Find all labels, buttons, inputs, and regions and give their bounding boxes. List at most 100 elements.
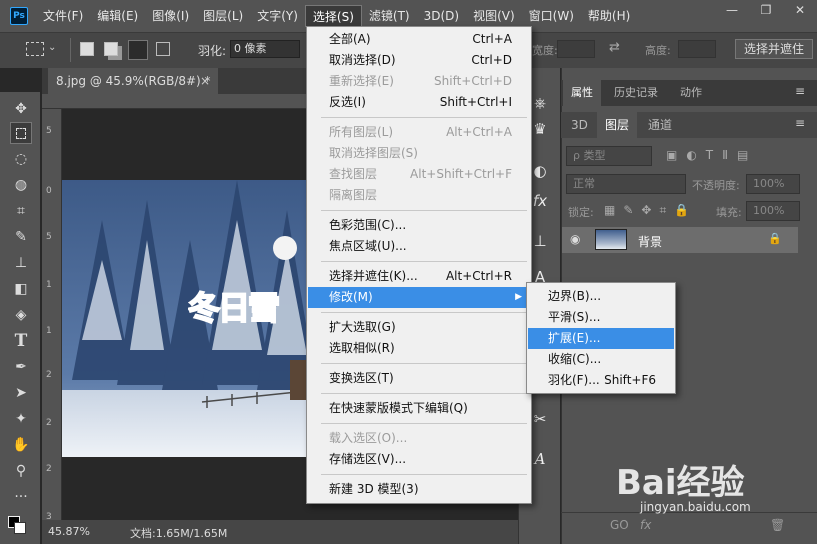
close-icon[interactable]: ✕ bbox=[783, 0, 817, 20]
opacity-input[interactable]: 100% bbox=[746, 174, 800, 194]
clone-source-icon[interactable]: ⊥ bbox=[530, 232, 550, 250]
selected-title-text: 冬日雪 bbox=[188, 288, 281, 328]
blend-mode-select[interactable]: 正常 bbox=[566, 174, 686, 194]
zoom-tool-icon[interactable]: ⚲ bbox=[10, 460, 32, 482]
move-tool-icon[interactable]: ✥ bbox=[10, 98, 32, 120]
menu-filter[interactable]: 滤镜(T) bbox=[362, 5, 417, 27]
height-input[interactable] bbox=[678, 40, 716, 58]
path-select-tool-icon[interactable]: ➤ bbox=[10, 382, 32, 404]
styles-icon[interactable]: fx bbox=[530, 192, 550, 210]
menu-edit[interactable]: 编辑(E) bbox=[90, 5, 145, 27]
menu-item-grow[interactable]: 扩大选取(G) bbox=[308, 317, 530, 338]
restore-icon[interactable]: ❐ bbox=[749, 0, 783, 20]
intersect-selection-icon[interactable] bbox=[156, 42, 170, 56]
height-label: 高度: bbox=[645, 44, 671, 57]
eraser-tool-icon[interactable]: ◧ bbox=[10, 278, 32, 300]
submenu-arrow-icon: ▶ bbox=[515, 292, 522, 302]
menu-item-color-range[interactable]: 色彩范围(C)... bbox=[308, 215, 530, 236]
background-color-swatch[interactable] bbox=[14, 522, 26, 534]
submenu-item-border[interactable]: 边界(B)... bbox=[528, 286, 674, 307]
tab-actions[interactable]: 动作 bbox=[672, 80, 710, 106]
panel-menu-icon[interactable]: ≡ bbox=[795, 84, 805, 98]
menu-item-quick-mask[interactable]: 在快速蒙版模式下编辑(Q) bbox=[308, 398, 530, 419]
subtract-selection-icon[interactable] bbox=[128, 40, 148, 60]
paint-bucket-tool-icon[interactable]: ◈ bbox=[10, 304, 32, 326]
link-layers-icon[interactable]: GO bbox=[610, 518, 629, 532]
ship-wheel-icon[interactable]: ⎈ bbox=[530, 94, 550, 112]
menu-item-transform-selection[interactable]: 变换选区(T) bbox=[308, 368, 530, 389]
layer-name[interactable]: 背景 bbox=[638, 233, 662, 250]
quick-select-tool-icon[interactable]: ◍ bbox=[10, 174, 32, 196]
menu-help[interactable]: 帮助(H) bbox=[581, 5, 637, 27]
submenu-item-smooth[interactable]: 平滑(S)... bbox=[528, 307, 674, 328]
pen-tool-icon[interactable]: ✒ bbox=[10, 356, 32, 378]
lock-icons[interactable]: ▦✎✥⌗🔒 bbox=[604, 203, 697, 218]
menu-image[interactable]: 图像(I) bbox=[145, 5, 196, 27]
lasso-tool-icon[interactable]: ◌ bbox=[10, 148, 32, 170]
fill-label: 填充: bbox=[716, 206, 742, 219]
swap-icon[interactable]: ⇄ bbox=[609, 40, 620, 55]
close-tab-icon[interactable]: × bbox=[200, 68, 214, 94]
lock-icon[interactable]: 🔒 bbox=[768, 232, 782, 245]
fx-icon[interactable]: fx bbox=[640, 518, 651, 532]
marquee-options-icon[interactable] bbox=[26, 42, 44, 56]
menu-item-all[interactable]: 全部(A) Ctrl+A bbox=[308, 29, 530, 50]
menu-item-inverse[interactable]: 反选(I) Shift+Ctrl+I bbox=[308, 92, 530, 113]
menu-separator bbox=[321, 312, 527, 313]
new-selection-icon[interactable] bbox=[80, 42, 94, 56]
menu-type[interactable]: 文字(Y) bbox=[250, 5, 305, 27]
menu-view[interactable]: 视图(V) bbox=[466, 5, 522, 27]
filter-icons[interactable]: ▣◐TⅡ▤ bbox=[666, 148, 757, 162]
submenu-item-feather[interactable]: 羽化(F)... Shift+F6 bbox=[528, 370, 674, 391]
tab-3d[interactable]: 3D bbox=[563, 112, 596, 138]
submenu-item-expand[interactable]: 扩展(E)... bbox=[528, 328, 674, 349]
tab-properties[interactable]: 属性 bbox=[563, 80, 601, 106]
document-tab[interactable]: 8.jpg @ 45.9%(RGB/8#) * bbox=[48, 68, 218, 94]
menu-item-all-layers: 所有图层(L) Alt+Ctrl+A bbox=[329, 125, 512, 139]
crop-tool-icon[interactable]: ⌗ bbox=[10, 200, 32, 222]
marquee-tool-icon[interactable] bbox=[10, 122, 32, 144]
menu-item-similar[interactable]: 选取相似(R) bbox=[308, 338, 530, 359]
menu-item-modify[interactable]: 修改(M) ▶ bbox=[308, 287, 530, 308]
chevron-down-icon[interactable]: ⌄ bbox=[48, 42, 56, 53]
select-and-mask-button[interactable]: 选择并遮住 bbox=[735, 39, 813, 59]
shape-tool-icon[interactable]: ✦ bbox=[10, 408, 32, 430]
menu-layer[interactable]: 图层(L) bbox=[196, 5, 250, 27]
menu-item-save-selection[interactable]: 存储选区(V)... bbox=[308, 449, 530, 470]
brush-tool-icon[interactable]: ✎ bbox=[10, 226, 32, 248]
layers-menu-icon[interactable]: ≡ bbox=[795, 116, 805, 130]
menu-select[interactable]: 选择(S) bbox=[304, 5, 362, 27]
add-selection-icon[interactable] bbox=[104, 42, 118, 56]
ruler-mark: 2 bbox=[46, 370, 52, 380]
divider bbox=[70, 38, 71, 62]
type-tool-icon[interactable]: T bbox=[10, 330, 32, 352]
menu-item-select-and-mask[interactable]: 选择并遮住(K)... Alt+Ctrl+R bbox=[308, 266, 530, 287]
kind-filter-select[interactable]: ρ 类型 bbox=[566, 146, 652, 166]
menu-3d[interactable]: 3D(D) bbox=[417, 5, 466, 27]
menu-item-new-3d-model[interactable]: 新建 3D 模型(3) bbox=[308, 479, 530, 500]
ruler-mark: 1 bbox=[46, 280, 52, 290]
menu-window[interactable]: 窗口(W) bbox=[522, 5, 581, 27]
tools-panel: ✥ ◌ ◍ ⌗ ✎ ⊥ ◧ ◈ T ✒ ➤ ✦ ✋ ⚲ ··· bbox=[0, 92, 40, 544]
tools-extra-icon[interactable]: ✂ bbox=[530, 410, 550, 428]
tab-channels[interactable]: 通道 bbox=[640, 112, 680, 138]
stamp-tool-icon[interactable]: ⊥ bbox=[10, 252, 32, 274]
more-tools-icon[interactable]: ··· bbox=[10, 486, 32, 508]
eye-icon[interactable]: ◉ bbox=[570, 232, 580, 246]
delete-layer-icon[interactable]: 🗑 bbox=[770, 518, 785, 532]
feather-input[interactable]: 0 像素 bbox=[230, 40, 300, 58]
adjustments-icon[interactable]: ◐ bbox=[530, 162, 550, 180]
glyphs-icon[interactable]: A bbox=[530, 450, 550, 468]
zoom-level[interactable]: 45.87% bbox=[48, 525, 90, 538]
minimize-icon[interactable]: — bbox=[715, 0, 749, 20]
brush-presets-icon[interactable]: ♛ bbox=[530, 120, 550, 138]
tab-layers[interactable]: 图层 bbox=[597, 112, 638, 138]
tab-history[interactable]: 历史记录 bbox=[606, 80, 666, 106]
menu-item-focus-area[interactable]: 焦点区域(U)... bbox=[308, 236, 530, 257]
width-input[interactable] bbox=[557, 40, 595, 58]
hand-tool-icon[interactable]: ✋ bbox=[10, 434, 32, 456]
submenu-item-contract[interactable]: 收缩(C)... bbox=[528, 349, 674, 370]
menu-file[interactable]: 文件(F) bbox=[36, 5, 90, 27]
fill-input[interactable]: 100% bbox=[746, 201, 800, 221]
menu-item-deselect[interactable]: 取消选择(D) Ctrl+D bbox=[308, 50, 530, 71]
